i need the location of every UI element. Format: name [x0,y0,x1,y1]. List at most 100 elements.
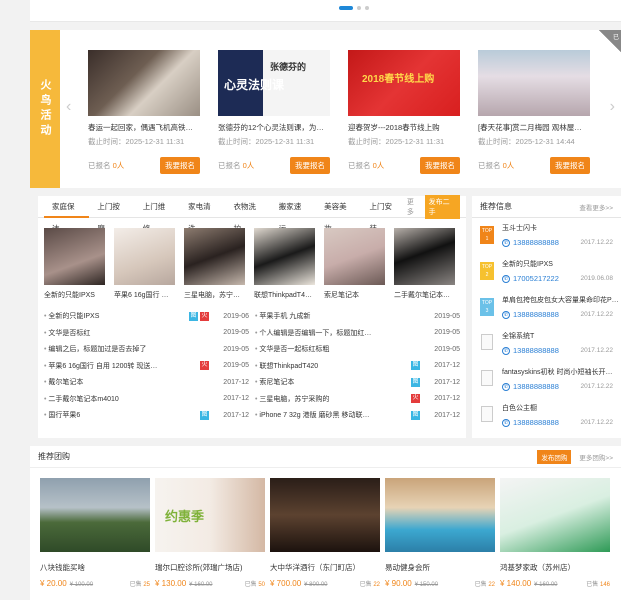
activity-title[interactable]: [春天花事]赏二月梅园 观林屋… [478,122,590,133]
deal-card[interactable]: 易动健身会所 ¥ 90.00 ¥ 150.00 已售 22 [385,478,495,588]
thumb-caption[interactable]: 苹果6 16g国行 自… [114,290,175,300]
recommend-more-link[interactable]: 查看更多>> [579,202,613,212]
recommend-item[interactable]: fantasyskins初秋 时尚小短袖长开… ✆ 13888888888 2017… [472,362,621,398]
image-badge: 图 [200,410,209,420]
list-item[interactable]: 个人编辑是否编辑一下，标题加红…2019-05 [255,325,460,342]
thumb-caption[interactable]: 三星电脑，苏宁采… [184,290,245,300]
activity-card[interactable]: 张德芬的 心灵法则课 张德芬的12个心灵法则课，为… 截止时间：2025-12-… [218,50,330,174]
carousel-dot[interactable] [365,6,369,10]
activity-deadline: 截止时间：2025-12-31 11:31 [88,137,185,146]
signup-button[interactable]: 我要报名 [420,157,460,174]
carousel-dots [339,6,369,10]
activity-card[interactable]: 春运一起回家，偶遇飞机高铁… 截止时间：2025-12-31 11:31 已报名… [88,50,200,174]
post-group-buy-button[interactable]: 发布团购 [537,449,572,464]
list-item[interactable]: 苹果6 16g国行 自用 1200转 现送…火2019-05 [44,358,249,375]
deal-name[interactable]: 鸿基梦家政（苏州店） [500,562,610,573]
deal-name[interactable]: 瑞尔口腔诊所(郊瑞广场店) [155,562,265,573]
list-item[interactable]: 文华是否标红2019-05 [44,325,249,342]
list-item[interactable]: 二手戴尔笔记本m40102017-12 [44,391,249,408]
activity-title[interactable]: 张德芬的12个心灵法则课，为… [218,122,330,133]
activity-image[interactable]: 2018春节线上购 [348,50,460,116]
more-link[interactable]: 更多 [407,197,421,217]
recommend-item[interactable]: TOP 3 单肩包挎包皮包女大容量果命印花P… ✆ 13888888888 2017… [472,290,621,326]
signup-button[interactable]: 我要报名 [550,157,590,174]
thumb-caption[interactable]: 二手戴尔笔记本… [394,290,455,300]
post-secondhand-button[interactable]: 发布二手 [424,194,460,219]
activity-image[interactable] [478,50,590,116]
list-item[interactable]: 文华是否一起标红标粗2019-05 [255,341,460,358]
recommend-item[interactable]: TOP 2 全新的只能IPXS ✆ 17005217222 2019.06.08 [472,254,621,290]
deal-name[interactable]: 八块钱能买啥 [40,562,150,573]
deal-image[interactable]: 约惠季 [155,478,265,552]
activity-title[interactable]: 迎春贺岁---2018春节线上购 [348,122,460,133]
fire-activities-label: 火鸟活动 [30,30,60,188]
thumb-item[interactable]: 二手戴尔笔记本… [394,228,455,300]
next-arrow-icon[interactable]: › [610,98,615,116]
thumb-image[interactable] [254,228,315,285]
list-item[interactable]: 三星电脑，苏宁采购的火2017-12 [255,391,460,408]
activity-card[interactable]: [春天花事]赏二月梅园 观林屋… 截止时间：2025-12-31 14:44 已… [478,50,590,174]
deal-card[interactable]: 鸿基梦家政（苏州店） ¥ 140.00 ¥ 160.00 已售 146 [500,478,610,588]
thumb-item[interactable]: 联想ThinkpadT4… [254,228,315,300]
tab-installation[interactable]: 上门安装 [362,196,407,233]
list-item[interactable]: 全新的只能IPXS图火2019-06 [44,308,249,325]
list-item[interactable]: iPhone 7 32g 港版 磨砂黑 移动联…图2017-12 [255,407,460,424]
tab-moving[interactable]: 搬家速运 [271,196,316,233]
group-buy-title: 推荐团购 [38,452,70,461]
prev-arrow-icon[interactable]: ‹ [66,98,71,116]
deal-image[interactable] [500,478,610,552]
deal-card[interactable]: 大中华洋酒行（东门町店） ¥ 700.00 ¥ 800.00 已售 22 [270,478,380,588]
tab-home-cleaning[interactable]: 家庭保洁 [44,196,90,233]
list-item[interactable]: 苹果手机 九成新2019-05 [255,308,460,325]
carousel-dot[interactable] [339,6,353,10]
deal-image[interactable] [385,478,495,552]
thumb-item[interactable]: 苹果6 16g国行 自… [114,228,175,300]
deal-image[interactable] [270,478,380,552]
recommend-item[interactable]: TOP 1 玉斗士闪卡 ✆ 13888888888 2017.12.22 [472,218,621,254]
carousel-dot[interactable] [357,6,361,10]
tab-massage[interactable]: 上门按摩 [89,196,134,233]
group-buy-section: 推荐团购 发布团购 更多团购>> 八块钱能买啥 ¥ 20.00 ¥ 100.00 已… [30,446,621,600]
deal-price: ¥ 20.00 [40,579,67,588]
activity-card[interactable]: 2018春节线上购 迎春贺岁---2018春节线上购 截止时间：2025-12-… [348,50,460,174]
activity-deadline: 截止时间：2025-12-31 11:31 [348,137,445,146]
document-icon [481,334,493,350]
list-item[interactable]: 编辑之后，标题加过是否去掉了2019-05 [44,341,249,358]
thumb-image[interactable] [324,228,385,285]
thumb-image[interactable] [184,228,245,285]
list-item[interactable]: 联想ThinkpadT420图2017-12 [255,358,460,375]
thumb-caption[interactable]: 联想ThinkpadT4… [254,290,315,300]
thumb-caption[interactable]: 全新的只能IPXS [44,290,105,300]
activity-image[interactable]: 张德芬的 心灵法则课 [218,50,330,116]
tab-beauty[interactable]: 美容美妆 [316,196,361,233]
signup-button[interactable]: 我要报名 [290,157,330,174]
list-item[interactable]: 索尼笔记本图2017-12 [255,374,460,391]
deal-name[interactable]: 大中华洋酒行（东门町店） [270,562,380,573]
fire-activities-section: 火鸟活动 ‹ › 已 春运一起回家，偶遇飞机高铁… 截止时间：2025-12-3… [30,30,621,188]
thumb-image[interactable] [114,228,175,285]
list-item[interactable]: 戴尔笔记本2017-12 [44,374,249,391]
tab-repair[interactable]: 上门维修 [135,196,180,233]
phone-icon: ✆ [502,238,510,247]
thumb-item[interactable]: 索尼笔记本 [324,228,385,300]
listing-column-right: 苹果手机 九成新2019-05 个人编辑是否编辑一下，标题加红…2019-05 … [255,308,460,424]
deal-name[interactable]: 易动健身会所 [385,562,495,573]
thumb-image[interactable] [44,228,105,285]
group-buy-more-link[interactable]: 更多团购>> [579,452,613,462]
tab-laundry[interactable]: 衣物洗护 [225,196,270,233]
thumb-caption[interactable]: 索尼笔记本 [324,290,385,300]
activity-image[interactable] [88,50,200,116]
list-item[interactable]: 国行苹果6图2017-12 [44,407,249,424]
recommend-item[interactable]: 白色公主橱 ✆ 13888888888 2017.12.22 [472,398,621,434]
activity-title[interactable]: 春运一起回家，偶遇飞机高铁… [88,122,200,133]
recommend-item[interactable]: 全锦系统T ✆ 13888888888 2017.12.22 [472,326,621,362]
thumb-image[interactable] [394,228,455,285]
thumb-item[interactable]: 三星电脑，苏宁采… [184,228,245,300]
thumb-item[interactable]: 全新的只能IPXS [44,228,105,300]
signup-button[interactable]: 我要报名 [160,157,200,174]
category-tabs: 家庭保洁 上门按摩 上门维修 家电清洗 衣物洗护 搬家速运 美容美妆 上门安装 … [38,194,466,233]
deal-card[interactable]: 约惠季 瑞尔口腔诊所(郊瑞广场店) ¥ 130.00 ¥ 160.00 已售 50 [155,478,265,588]
deal-card[interactable]: 八块钱能买啥 ¥ 20.00 ¥ 100.00 已售 25 [40,478,150,588]
deal-image[interactable] [40,478,150,552]
tab-appliance-cleaning[interactable]: 家电清洗 [180,196,225,233]
